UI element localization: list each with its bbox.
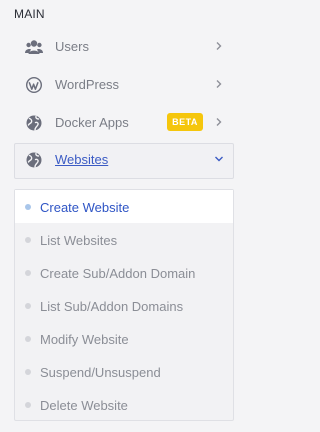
submenu-item-create-subdomain[interactable]: Create Sub/Addon Domain	[15, 256, 233, 289]
bullet-icon	[25, 402, 31, 408]
submenu-item-list-websites[interactable]: List Websites	[15, 223, 233, 256]
bullet-icon	[25, 369, 31, 375]
submenu-item-suspend-unsuspend[interactable]: Suspend/Unsuspend	[15, 355, 233, 388]
submenu-item-label: Create Sub/Addon Domain	[40, 266, 196, 281]
submenu-item-label: List Sub/Addon Domains	[40, 299, 184, 314]
chevron-right-icon	[216, 42, 222, 50]
sidebar-item-wordpress[interactable]: WordPress	[14, 68, 234, 102]
bullet-icon	[25, 237, 31, 243]
globe-icon	[26, 115, 42, 131]
sidebar-item-label: WordPress	[55, 77, 120, 92]
globe-icon	[26, 152, 42, 168]
section-title: MAIN	[14, 7, 45, 21]
bullet-icon	[25, 303, 31, 309]
submenu-item-label: Create Website	[40, 200, 130, 215]
sidebar-item-label: Websites	[55, 152, 109, 167]
sidebar-item-users[interactable]: Users	[14, 30, 234, 64]
sidebar-item-label: Users	[55, 39, 89, 54]
bullet-icon	[25, 204, 31, 210]
submenu-item-delete-website[interactable]: Delete Website	[15, 388, 233, 421]
beta-badge: BETA	[167, 113, 203, 131]
submenu-item-modify-website[interactable]: Modify Website	[15, 322, 233, 355]
submenu-item-label: Delete Website	[40, 398, 128, 413]
chevron-down-icon	[215, 156, 223, 162]
bullet-icon	[25, 270, 31, 276]
submenu-item-list-subdomains[interactable]: List Sub/Addon Domains	[15, 289, 233, 322]
submenu-item-label: List Websites	[40, 233, 118, 248]
submenu-item-label: Modify Website	[40, 332, 129, 347]
sidebar-item-docker-apps[interactable]: Docker Apps BETA	[14, 106, 234, 140]
submenu-item-label: Suspend/Unsuspend	[40, 365, 161, 380]
chevron-right-icon	[216, 80, 222, 88]
bullet-icon	[25, 336, 31, 342]
chevron-right-icon	[216, 118, 222, 126]
wordpress-icon	[26, 77, 42, 93]
sidebar-item-label: Docker Apps	[55, 115, 129, 130]
sidebar-item-websites[interactable]: Websites	[14, 143, 234, 179]
websites-submenu: Create Website List Websites Create Sub/…	[14, 189, 234, 421]
users-icon	[25, 40, 43, 54]
submenu-item-create-website[interactable]: Create Website	[15, 190, 233, 223]
